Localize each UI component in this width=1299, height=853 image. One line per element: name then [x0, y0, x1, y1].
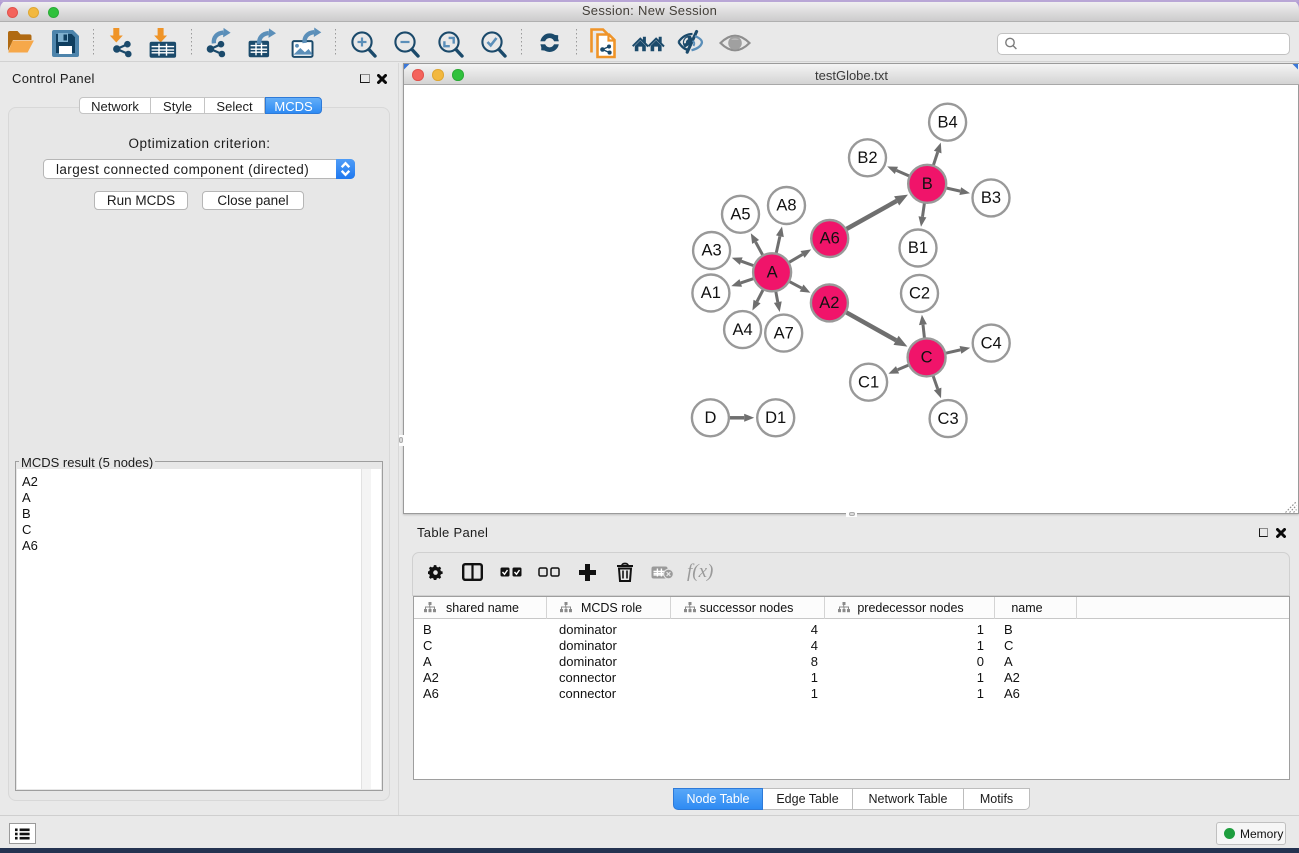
svg-text:B1: B1: [908, 239, 928, 257]
svg-text:A5: A5: [730, 206, 750, 224]
svg-text:B4: B4: [938, 113, 958, 131]
svg-text:A3: A3: [702, 242, 722, 260]
svg-text:A6: A6: [820, 230, 840, 248]
svg-text:A1: A1: [701, 284, 721, 302]
svg-text:C2: C2: [909, 285, 930, 303]
svg-text:C3: C3: [938, 410, 959, 428]
svg-text:B: B: [922, 175, 933, 193]
svg-text:A2: A2: [819, 294, 839, 312]
svg-text:A: A: [767, 264, 778, 282]
svg-text:A4: A4: [733, 321, 753, 339]
svg-text:D: D: [704, 409, 716, 427]
svg-text:B3: B3: [981, 189, 1001, 207]
svg-text:C1: C1: [858, 373, 879, 391]
svg-text:A8: A8: [776, 197, 796, 215]
svg-text:B2: B2: [857, 149, 877, 167]
svg-text:D1: D1: [765, 409, 786, 427]
svg-text:C4: C4: [981, 334, 1002, 352]
svg-text:A7: A7: [774, 324, 794, 342]
svg-text:C: C: [921, 349, 933, 367]
